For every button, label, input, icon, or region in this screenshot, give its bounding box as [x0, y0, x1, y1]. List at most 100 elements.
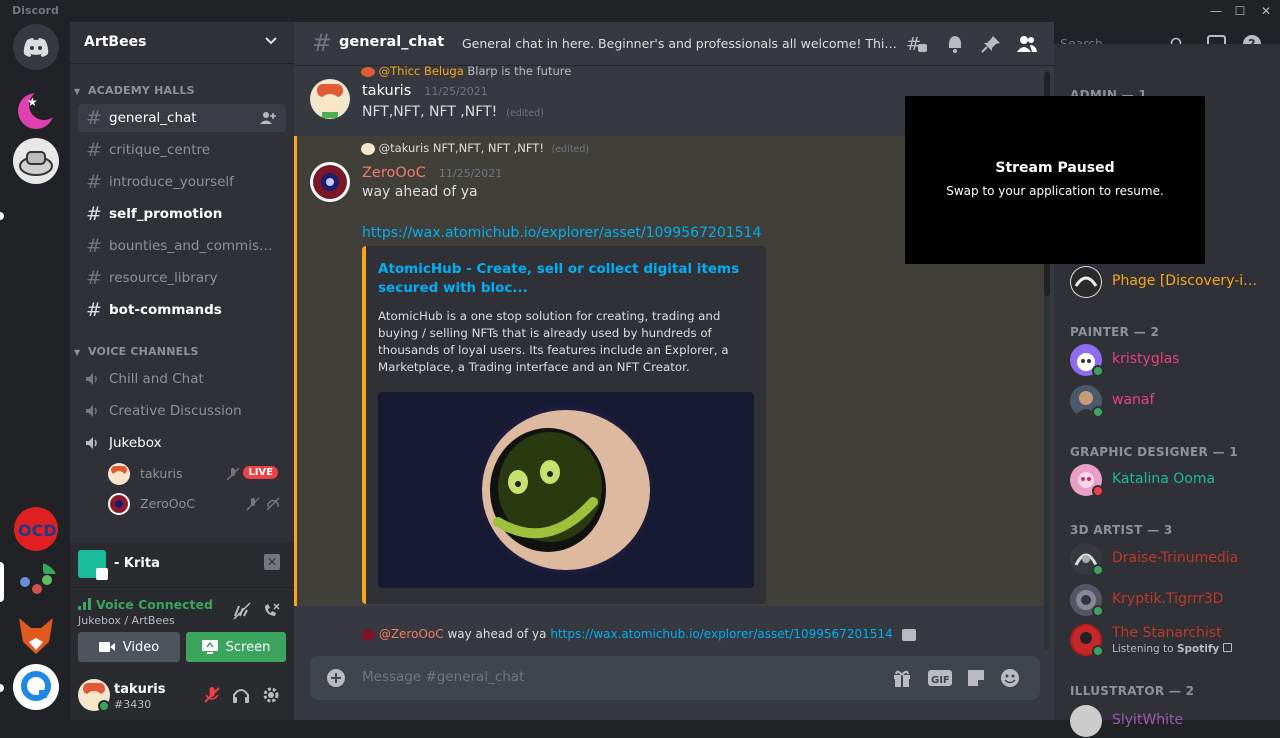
- svg-text:★: ★: [27, 95, 38, 109]
- member-list-icon[interactable]: [1016, 34, 1038, 54]
- gif-icon[interactable]: GIF: [928, 668, 952, 688]
- channel-introduce-yourself[interactable]: # introduce_yourself: [78, 168, 286, 196]
- voice-user-zerooc[interactable]: ZeroOoC: [108, 491, 284, 517]
- server-curation-icon[interactable]: [13, 664, 59, 710]
- emoji-icon[interactable]: [1000, 668, 1020, 688]
- channel-label: Jukebox: [109, 435, 162, 451]
- server-kettle-icon[interactable]: [13, 138, 59, 184]
- member-name: Phage [Discovery-it ...: [1112, 273, 1260, 289]
- threads-icon[interactable]: #: [906, 34, 928, 54]
- avatar: [1070, 705, 1102, 737]
- voice-channel-jukebox[interactable]: Jukebox: [78, 429, 286, 457]
- reply-link[interactable]: https://wax.atomichub.io/explorer/asset/…: [550, 627, 892, 641]
- reply-text: Blarp is the future: [467, 64, 572, 78]
- server-ocd-icon[interactable]: OCD: [13, 506, 59, 552]
- video-button[interactable]: Video: [78, 632, 180, 662]
- voice-panel: Voice Connected Jukebox / ArtBees Video …: [70, 588, 294, 670]
- channel-critique-centre[interactable]: # critique_centre: [78, 136, 286, 164]
- reply-preview[interactable]: @takuris NFT,NFT, NFT ,NFT! (edited): [361, 141, 589, 155]
- member-phage[interactable]: Phage [Discovery-it ...: [1070, 265, 1270, 299]
- reply-author: @Thicc Beluga: [378, 64, 464, 78]
- voice-location[interactable]: Jukebox / ArtBees: [78, 614, 175, 627]
- title-bar: Discord — ☐ ✕: [0, 0, 1280, 22]
- reply-preview[interactable]: @ZeroOoC way ahead of ya https://wax.ato…: [361, 627, 917, 641]
- close-activity-icon[interactable]: ✕: [264, 554, 280, 570]
- chevron-down-icon: ▼: [74, 87, 81, 96]
- channel-label: self_promotion: [109, 206, 223, 222]
- member-slyitwhite[interactable]: SlyitWhite: [1070, 704, 1270, 738]
- link-embed: AtomicHub - Create, sell or collect digi…: [362, 246, 766, 604]
- avatar[interactable]: [310, 79, 350, 119]
- member-katalina-ooma[interactable]: Katalina Ooma: [1070, 463, 1270, 497]
- member-kryptik[interactable]: Kryptik.Tigrrr3D: [1070, 583, 1270, 617]
- stream-subtitle: Swap to your application to resume.: [946, 184, 1164, 198]
- message-author[interactable]: takuris: [362, 83, 411, 99]
- mic-muted-icon[interactable]: [203, 686, 221, 704]
- message-composer[interactable]: Message #general_chat GIF: [310, 656, 1040, 700]
- channel-label: Chill and Chat: [109, 371, 204, 387]
- member-name: Draise-Trinumedia: [1112, 550, 1239, 566]
- channel-bounties-and-commissions[interactable]: # bounties_and_commissions: [78, 232, 286, 260]
- chevron-down-icon: ▼: [74, 348, 81, 357]
- bell-icon[interactable]: [944, 34, 966, 54]
- gear-icon[interactable]: [262, 686, 280, 704]
- channel-topic[interactable]: General chat in here. Beginner's and pro…: [462, 36, 902, 51]
- category-academy-halls[interactable]: ▼ ACADEMY HALLS: [74, 84, 195, 97]
- channel-resource-library[interactable]: # resource_library: [78, 264, 286, 292]
- category-voice-channels[interactable]: ▼ VOICE CHANNELS: [74, 345, 199, 358]
- voice-user-takuris[interactable]: takuris LIVE: [108, 461, 284, 487]
- activity-label: - Krita: [114, 556, 160, 571]
- stream-title: Stream Paused: [995, 160, 1115, 176]
- voice-status[interactable]: Voice Connected: [96, 597, 213, 612]
- member-draise[interactable]: Draise-Trinumedia: [1070, 542, 1270, 576]
- online-status-dot: [1092, 605, 1104, 617]
- server-group-icon[interactable]: [13, 562, 59, 608]
- screen-button[interactable]: Screen: [186, 632, 286, 662]
- maximize-icon[interactable]: ☐: [1228, 2, 1252, 20]
- message-link[interactable]: https://wax.atomichub.io/explorer/asset/…: [362, 225, 761, 241]
- avatar: [361, 142, 375, 155]
- disconnect-icon[interactable]: [262, 602, 280, 620]
- voice-channel-creative-discussion[interactable]: Creative Discussion: [78, 397, 286, 425]
- avatar: [361, 628, 375, 641]
- avatar: [108, 463, 130, 485]
- server-moon-icon[interactable]: ★: [13, 86, 59, 132]
- server-fox-icon[interactable]: [13, 612, 59, 658]
- member-wanaf[interactable]: wanaf: [1070, 384, 1270, 418]
- hash-icon: #: [312, 29, 333, 57]
- channel-bot-commands[interactable]: # bot-commands: [78, 296, 286, 324]
- gift-icon[interactable]: [892, 668, 912, 688]
- message-author[interactable]: ZeroOoC: [362, 165, 426, 181]
- reply-preview[interactable]: @Thicc Beluga Blarp is the future: [361, 64, 571, 78]
- voice-channel-chill-and-chat[interactable]: Chill and Chat: [78, 365, 286, 393]
- screen-label: Screen: [225, 639, 271, 655]
- minimize-icon[interactable]: —: [1204, 2, 1228, 20]
- discord-home-icon[interactable]: [13, 24, 59, 70]
- member-name: The Stanarchist: [1112, 625, 1222, 641]
- member-kristyglas[interactable]: kristyglas: [1070, 343, 1270, 377]
- member-the-stanarchist[interactable]: The Stanarchist Listening to Spotify: [1070, 623, 1270, 659]
- embed-image[interactable]: [378, 392, 754, 588]
- stream-preview[interactable]: Stream Paused Swap to your application t…: [905, 96, 1205, 264]
- avatar[interactable]: [310, 162, 350, 202]
- user-name: takuris: [114, 682, 166, 697]
- guild-header[interactable]: ArtBees: [70, 22, 294, 64]
- channel-general-chat[interactable]: # general_chat: [78, 104, 286, 132]
- live-badge: LIVE: [243, 466, 278, 479]
- composer-placeholder: Message #general_chat: [362, 669, 525, 685]
- pin-icon[interactable]: [980, 34, 1002, 54]
- channel-label: bounties_and_commissions: [109, 238, 279, 254]
- embed-title[interactable]: AtomicHub - Create, sell or collect digi…: [378, 260, 748, 298]
- close-icon[interactable]: ✕: [1254, 2, 1278, 20]
- add-member-icon[interactable]: [260, 111, 276, 125]
- role-header-illustrator: ILLUSTRATOR — 2: [1070, 684, 1195, 698]
- sticker-icon[interactable]: [966, 668, 986, 688]
- channel-label: introduce_yourself: [109, 174, 234, 190]
- noise-suppression-icon[interactable]: [233, 602, 251, 620]
- channel-label: resource_library: [109, 270, 218, 286]
- headphones-icon[interactable]: [232, 686, 250, 704]
- member-name: Katalina Ooma: [1112, 471, 1216, 487]
- channel-self-promotion[interactable]: # self_promotion: [78, 200, 286, 228]
- reply-text: way ahead of ya: [447, 627, 547, 641]
- add-attachment-icon[interactable]: [326, 668, 346, 688]
